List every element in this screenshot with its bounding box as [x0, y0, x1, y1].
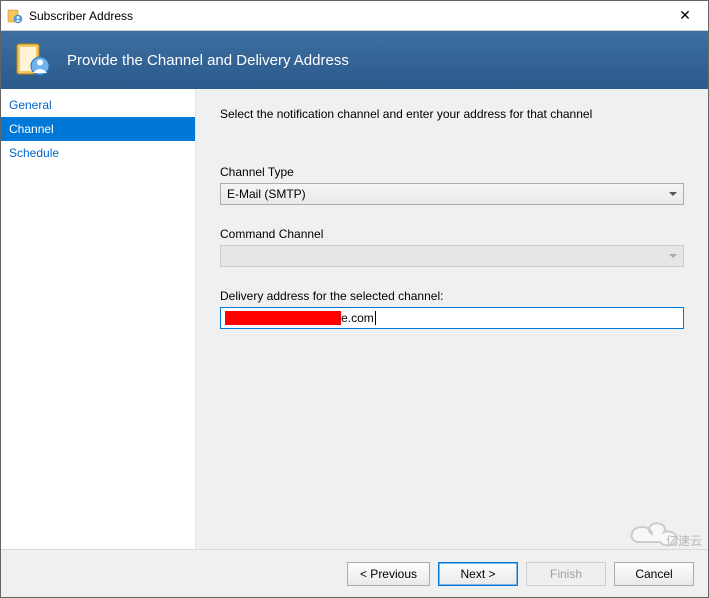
- app-icon: [7, 8, 23, 24]
- chevron-down-icon: [669, 192, 677, 196]
- instruction-text: Select the notification channel and ente…: [220, 107, 684, 121]
- wizard-footer: < Previous Next > Finish Cancel: [1, 549, 708, 597]
- wizard-content: Select the notification channel and ente…: [196, 89, 708, 549]
- button-label: Cancel: [635, 567, 672, 581]
- sidebar-item-schedule[interactable]: Schedule: [1, 141, 195, 165]
- channel-type-value: E-Mail (SMTP): [227, 187, 306, 201]
- channel-type-label: Channel Type: [220, 165, 684, 179]
- sidebar-item-general[interactable]: General: [1, 93, 195, 117]
- close-icon: ✕: [679, 7, 691, 24]
- channel-type-group: Channel Type E-Mail (SMTP): [220, 165, 684, 205]
- redacted-text: XXXXXXXXXXXXXX: [225, 311, 341, 325]
- finish-button: Finish: [526, 562, 606, 586]
- titlebar: Subscriber Address ✕: [1, 1, 708, 31]
- next-button[interactable]: Next >: [438, 562, 518, 586]
- banner-icon: [13, 40, 53, 80]
- visible-email-suffix: e.com: [341, 311, 374, 325]
- delivery-address-label: Delivery address for the selected channe…: [220, 289, 684, 303]
- chevron-down-icon: [669, 254, 677, 258]
- text-caret: [375, 311, 376, 325]
- button-label: Next >: [460, 567, 495, 581]
- previous-button[interactable]: < Previous: [347, 562, 430, 586]
- sidebar-item-label: Schedule: [9, 146, 59, 160]
- sidebar-item-label: Channel: [9, 122, 54, 136]
- banner-title: Provide the Channel and Delivery Address: [67, 52, 349, 69]
- close-button[interactable]: ✕: [662, 1, 708, 31]
- window-title: Subscriber Address: [29, 9, 662, 23]
- wizard-sidebar: General Channel Schedule: [1, 89, 196, 549]
- sidebar-item-label: General: [9, 98, 52, 112]
- delivery-address-input[interactable]: XXXXXXXXXXXXXXe.com: [220, 307, 684, 329]
- sidebar-item-channel[interactable]: Channel: [1, 117, 195, 141]
- wizard-banner: Provide the Channel and Delivery Address: [1, 31, 708, 89]
- wizard-body: General Channel Schedule Select the noti…: [1, 89, 708, 549]
- command-channel-label: Command Channel: [220, 227, 684, 241]
- command-channel-group: Command Channel: [220, 227, 684, 267]
- command-channel-select: [220, 245, 684, 267]
- cancel-button[interactable]: Cancel: [614, 562, 694, 586]
- delivery-address-group: Delivery address for the selected channe…: [220, 289, 684, 329]
- button-label: Finish: [550, 567, 582, 581]
- channel-type-select[interactable]: E-Mail (SMTP): [220, 183, 684, 205]
- button-label: < Previous: [360, 567, 417, 581]
- subscriber-address-dialog: Subscriber Address ✕ Provide the Channel…: [0, 0, 709, 598]
